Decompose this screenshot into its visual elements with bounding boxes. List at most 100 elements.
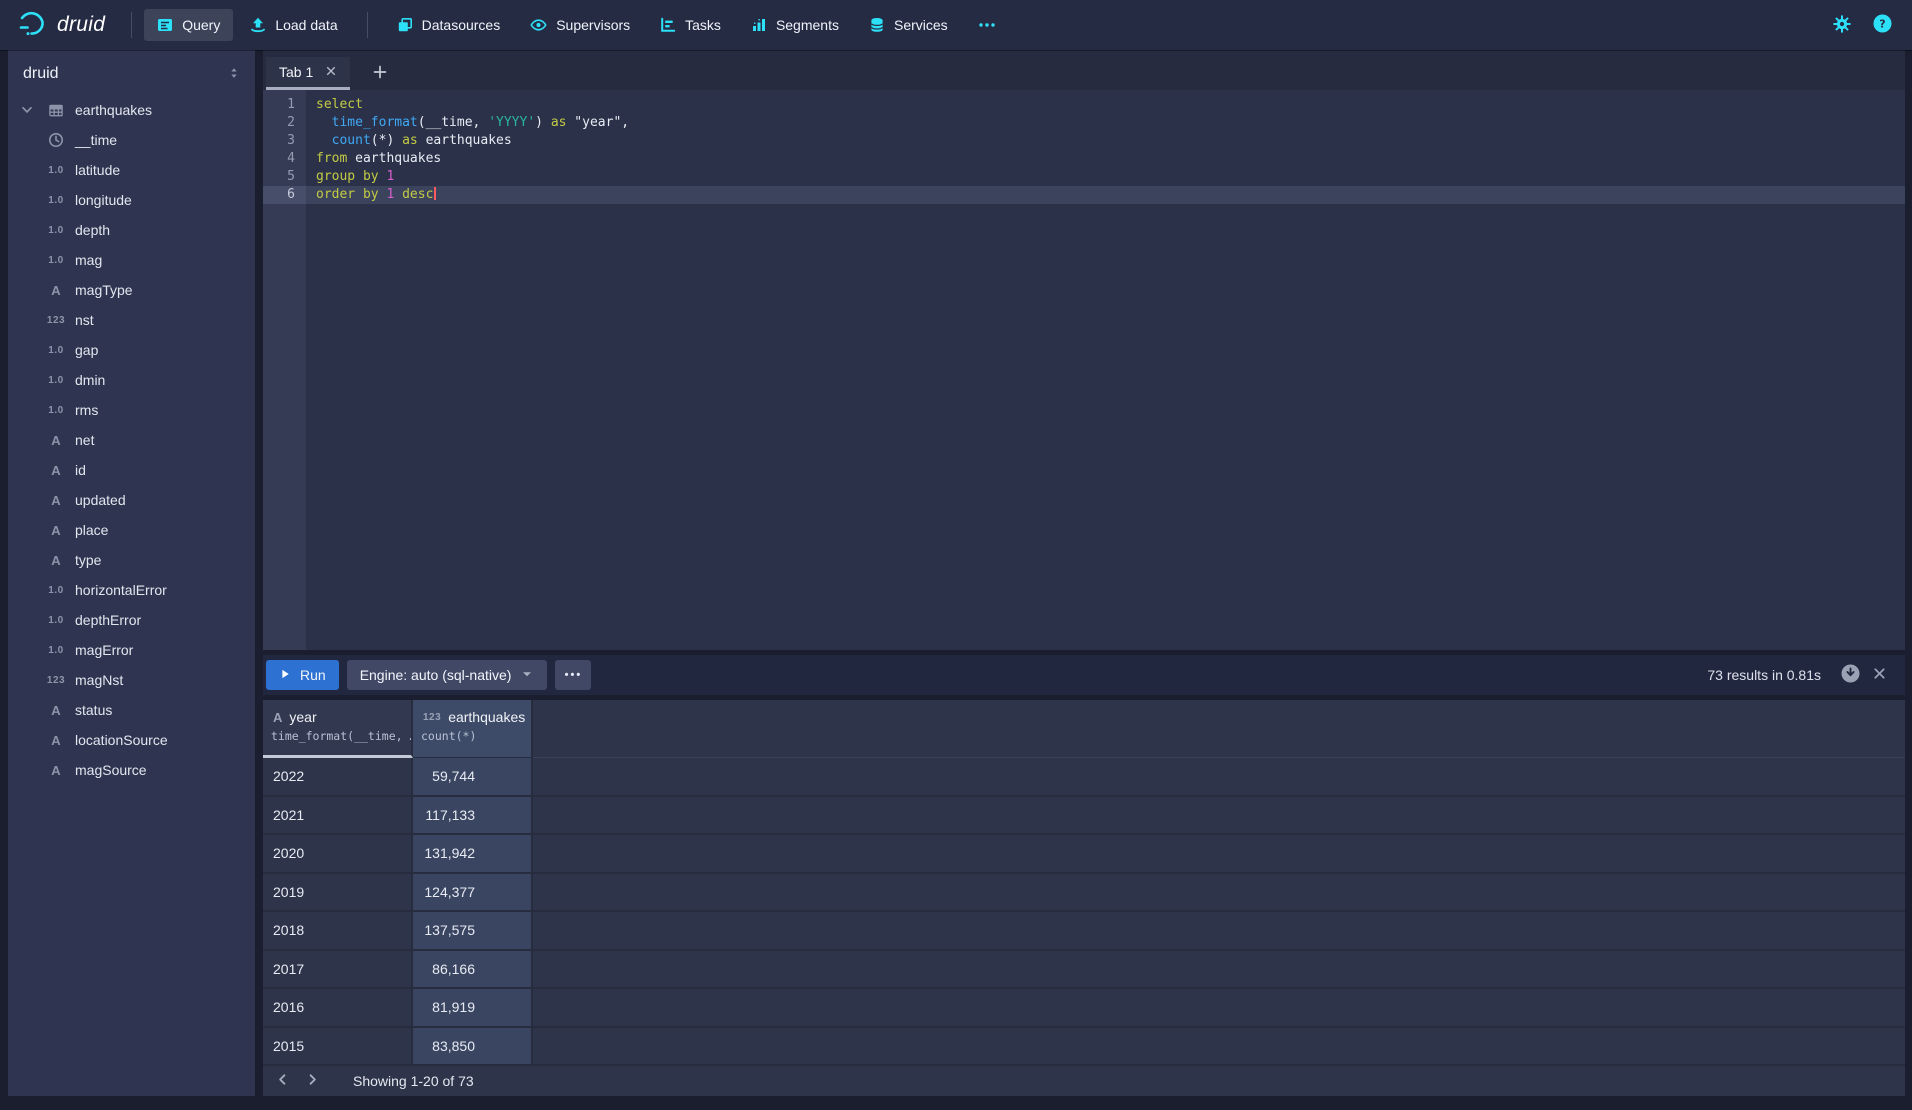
cell-year[interactable]: 2018: [263, 912, 413, 949]
cell-year[interactable]: 2021: [263, 797, 413, 834]
column-longitude[interactable]: 1.0longitude: [8, 185, 255, 215]
nav-item-tasks[interactable]: Tasks: [647, 9, 734, 41]
close-results-button[interactable]: [1870, 664, 1889, 686]
tab-close-button[interactable]: [325, 65, 337, 80]
time-icon: [42, 132, 70, 148]
code-content: order by 1 desc: [306, 186, 436, 204]
schema-selector[interactable]: druid: [8, 50, 255, 95]
code-line-1[interactable]: 1select: [263, 96, 1905, 114]
column-rms[interactable]: 1.0rms: [8, 395, 255, 425]
column-earthquakes[interactable]: earthquakes: [8, 95, 255, 125]
table-row: 201681,919: [263, 989, 1905, 1028]
sort-icon[interactable]: [227, 66, 241, 83]
column-latitude[interactable]: 1.0latitude: [8, 155, 255, 185]
column-nst[interactable]: 123nst: [8, 305, 255, 335]
chevron-left-icon: [275, 1072, 290, 1090]
run-button[interactable]: Run: [266, 660, 339, 690]
next-page-button[interactable]: [297, 1068, 327, 1094]
code-lines: 1select2 time_format(__time, 'YYYY') as …: [263, 96, 1905, 204]
cell-earthquakes[interactable]: 86,166: [413, 951, 533, 988]
download-icon: [1841, 664, 1860, 686]
header-filler: [533, 700, 1905, 758]
engine-select[interactable]: Engine: auto (sql-native): [347, 660, 548, 690]
column-dmin[interactable]: 1.0dmin: [8, 365, 255, 395]
row-filler: [533, 989, 1905, 1026]
code-line-6[interactable]: 6order by 1 desc: [263, 186, 1905, 204]
column-magError[interactable]: 1.0magError: [8, 635, 255, 665]
tab-tab1[interactable]: Tab 1: [266, 57, 350, 90]
cell-earthquakes[interactable]: 137,575: [413, 912, 533, 949]
table-row: 201786,166: [263, 951, 1905, 990]
cell-year[interactable]: 2015: [263, 1028, 413, 1065]
column-label: rms: [75, 402, 98, 418]
nav-item-services[interactable]: Services: [856, 9, 961, 41]
column-updated[interactable]: Aupdated: [8, 485, 255, 515]
more-icon: •••: [565, 669, 583, 681]
column-mag[interactable]: 1.0mag: [8, 245, 255, 275]
table-row: 2019124,377: [263, 874, 1905, 913]
druid-logo[interactable]: druid: [18, 10, 105, 41]
row-filler: [533, 835, 1905, 872]
pagination-label: Showing 1-20 of 73: [353, 1073, 474, 1089]
download-results-button[interactable]: [1839, 662, 1862, 688]
column-header-earthquakes[interactable]: 123 earthquakes count(*): [413, 700, 533, 758]
cell-earthquakes[interactable]: 117,133: [413, 797, 533, 834]
cell-year[interactable]: 2016: [263, 989, 413, 1026]
code-line-2[interactable]: 2 time_format(__time, 'YYYY') as "year",: [263, 114, 1905, 132]
cell-earthquakes[interactable]: 83,850: [413, 1028, 533, 1065]
cell-year[interactable]: 2019: [263, 874, 413, 911]
float-type-icon: 1.0: [42, 585, 70, 596]
column-time[interactable]: __time: [8, 125, 255, 155]
query-workbench: Tab 1 1select2 time_format(__time, 'YYYY…: [263, 50, 1905, 1096]
more-options-button[interactable]: •••: [555, 660, 591, 690]
column-status[interactable]: Astatus: [8, 695, 255, 725]
cell-earthquakes[interactable]: 124,377: [413, 874, 533, 911]
table-row: 202259,744: [263, 758, 1905, 797]
column-type[interactable]: Atype: [8, 545, 255, 575]
column-depth[interactable]: 1.0depth: [8, 215, 255, 245]
gantt-icon: [660, 17, 676, 33]
code-line-3[interactable]: 3 count(*) as earthquakes: [263, 132, 1905, 150]
cell-earthquakes[interactable]: 81,919: [413, 989, 533, 1026]
nav-item-load-data[interactable]: Load data: [237, 9, 350, 41]
column-id[interactable]: Aid: [8, 455, 255, 485]
column-depthError[interactable]: 1.0depthError: [8, 605, 255, 635]
sql-editor[interactable]: 1select2 time_format(__time, 'YYYY') as …: [263, 90, 1905, 650]
column-magNst[interactable]: 123magNst: [8, 665, 255, 695]
nav-item-query[interactable]: Query: [144, 9, 233, 41]
help-icon: ?: [1873, 14, 1892, 36]
pagination: Showing 1-20 of 73: [263, 1066, 1905, 1096]
float-type-icon: 1.0: [42, 645, 70, 656]
column-label: horizontalError: [75, 582, 167, 598]
line-number: 4: [263, 150, 306, 168]
cell-year[interactable]: 2020: [263, 835, 413, 872]
console-icon: [157, 17, 173, 33]
code-line-5[interactable]: 5group by 1: [263, 168, 1905, 186]
column-magSource[interactable]: AmagSource: [8, 755, 255, 785]
column-horizontalError[interactable]: 1.0 horizontalError: [8, 575, 255, 605]
help-button[interactable]: ?: [1871, 12, 1894, 38]
column-net[interactable]: Anet: [8, 425, 255, 455]
code-line-4[interactable]: 4from earthquakes: [263, 150, 1905, 168]
chevron-down-icon[interactable]: [20, 103, 42, 117]
column-place[interactable]: Aplace: [8, 515, 255, 545]
column-magType[interactable]: AmagType: [8, 275, 255, 305]
column-locationSource[interactable]: AlocationSource: [8, 725, 255, 755]
cell-year[interactable]: 2017: [263, 951, 413, 988]
cell-earthquakes[interactable]: 59,744: [413, 758, 533, 795]
line-number: 5: [263, 168, 306, 186]
cell-year[interactable]: 2022: [263, 758, 413, 795]
nav-item-more[interactable]: [965, 9, 1009, 41]
main-nav: QueryLoad data DatasourcesSupervisorsTask…: [144, 9, 1008, 41]
cell-earthquakes[interactable]: 131,942: [413, 835, 533, 872]
nav-item-segments[interactable]: Segments: [738, 9, 852, 41]
nav-item-datasources[interactable]: Datasources: [384, 9, 514, 41]
column-header-year[interactable]: A year time_format(__time, …: [263, 700, 413, 758]
results-panel: A year time_format(__time, … 123 earthqu…: [263, 700, 1905, 1096]
nav-item-supervisors[interactable]: Supervisors: [517, 9, 643, 41]
int-type-icon: 123: [42, 675, 70, 686]
new-tab-button[interactable]: [366, 57, 394, 90]
prev-page-button[interactable]: [267, 1068, 297, 1094]
column-gap[interactable]: 1.0gap: [8, 335, 255, 365]
settings-button[interactable]: [1831, 13, 1853, 38]
